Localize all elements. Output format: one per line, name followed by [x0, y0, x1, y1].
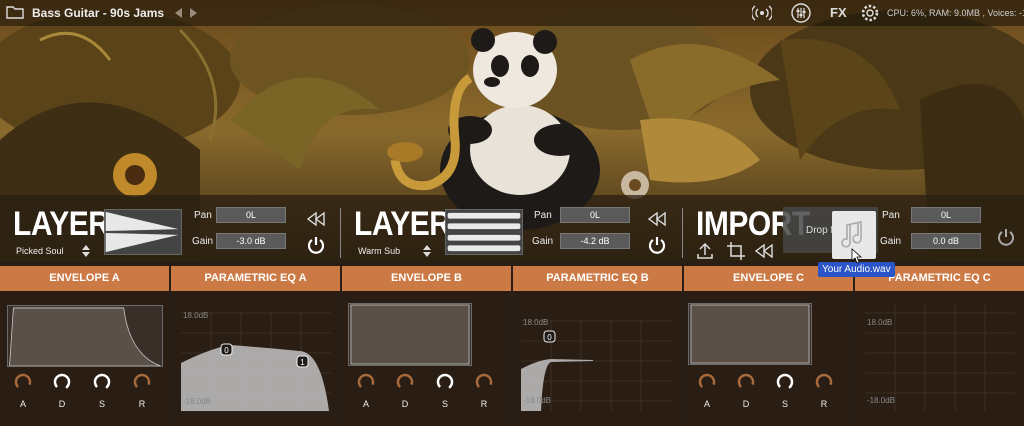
import-pan-value[interactable]: 0L [911, 207, 981, 223]
pan-label: Pan [534, 210, 552, 221]
mixer-icon[interactable] [791, 3, 811, 23]
power-icon[interactable] [647, 235, 667, 255]
layer-a-sample-name[interactable]: Picked Soul [16, 246, 64, 256]
knob-label: A [703, 399, 710, 409]
envelope-c-graph[interactable] [688, 303, 812, 365]
eq-a-graph[interactable]: 18.0dB -18.0dB 0 1 [171, 293, 340, 426]
envelope-b-panel: ENVELOPE B A D S R [342, 263, 511, 426]
knob-label: D [58, 399, 66, 409]
envelope-a-header[interactable]: ENVELOPE A [0, 266, 169, 291]
parametric-eq-b-panel: PARAMETRIC EQ B 18.0dB -18.0dB 0 [513, 263, 682, 426]
layer-b-waveform [445, 209, 523, 255]
envelope-a-panel: ENVELOPE A A D S R [0, 263, 169, 426]
layer-b-sample-name[interactable]: Warm Sub [358, 246, 400, 256]
sustain-knob[interactable] [776, 373, 794, 391]
layer-a-gain-value[interactable]: -3.0 dB [216, 233, 286, 249]
power-icon[interactable] [306, 235, 326, 255]
attack-knob[interactable] [14, 373, 32, 391]
layer-a-waveform [104, 209, 182, 255]
eq-c-graph[interactable]: 18.0dB -18.0dB [855, 293, 1024, 426]
layer-b-pan-value[interactable]: 0L [560, 207, 630, 223]
release-knob[interactable] [133, 373, 151, 391]
layer-a-pan-value[interactable]: 0L [216, 207, 286, 223]
parametric-eq-c-panel: PARAMETRIC EQ C 18.0dB -18.0dB [855, 263, 1024, 426]
knob-label: S [781, 399, 788, 409]
svg-text:0: 0 [224, 346, 229, 355]
eq-bottom-db-label: -18.0dB [867, 396, 895, 405]
pan-label: Pan [882, 210, 900, 221]
parametric-eq-b-header[interactable]: PARAMETRIC EQ B [513, 266, 682, 291]
attack-knob[interactable] [357, 373, 375, 391]
eq-node-0[interactable]: 0 [220, 343, 233, 356]
attack-knob[interactable] [698, 373, 716, 391]
top-bar: Bass Guitar - 90s Jams FX CPU: 6%, RAM: … [0, 0, 1024, 26]
eq-bottom-db-label: -18.0dB [523, 396, 551, 405]
knob-label: A [362, 399, 369, 409]
knob-label: A [19, 399, 26, 409]
sustain-knob[interactable] [436, 373, 454, 391]
eq-node-1[interactable]: 1 [296, 355, 309, 368]
knob-label: R [138, 399, 146, 409]
gain-label: Gain [192, 236, 214, 247]
sustain-knob[interactable] [93, 373, 111, 391]
crop-icon[interactable] [726, 241, 746, 261]
layer-b-strip: LAYER B Warm Sub Pan 0L Gain -4.2 dB [341, 205, 681, 263]
broadcast-icon[interactable] [752, 3, 772, 23]
eq-bottom-db-label: -18.0dB [183, 397, 211, 406]
knob-label: S [441, 399, 448, 409]
layer-b-gain-value[interactable]: -4.2 dB [560, 233, 630, 249]
upload-icon[interactable] [695, 241, 715, 261]
previous-preset-icon[interactable] [172, 6, 186, 20]
knob-label: R [820, 399, 828, 409]
status-readout: CPU: 6%, RAM: 9.0MB , Voices: -1275 [887, 8, 1024, 18]
release-knob[interactable] [475, 373, 493, 391]
import-gain-value[interactable]: 0.0 dB [911, 233, 981, 249]
mouse-cursor-icon [851, 248, 863, 264]
decay-knob[interactable] [53, 373, 71, 391]
next-preset-icon[interactable] [186, 6, 200, 20]
gear-icon[interactable] [860, 3, 880, 23]
knob-label: S [98, 399, 105, 409]
gain-label: Gain [880, 236, 902, 247]
layer-a-strip: LAYER A Picked Soul Pan 0L Gain -3.0 dB [0, 205, 340, 263]
eq-top-db-label: 18.0dB [867, 318, 892, 327]
parametric-eq-a-panel: PARAMETRIC EQ A 18.0dB -18.0dB 0 1 [171, 263, 340, 426]
eq-b-graph[interactable]: 18.0dB -18.0dB 0 [513, 293, 682, 426]
fx-button[interactable]: FX [830, 5, 847, 20]
eq-node-0[interactable]: 0 [543, 330, 556, 343]
folder-icon[interactable] [6, 5, 24, 19]
power-icon[interactable] [996, 227, 1016, 247]
knob-label: D [401, 399, 409, 409]
gain-label: Gain [532, 236, 554, 247]
knob-label: R [480, 399, 488, 409]
eq-top-db-label: 18.0dB [183, 311, 208, 320]
decay-knob[interactable] [396, 373, 414, 391]
release-knob[interactable] [815, 373, 833, 391]
updown-arrows-icon[interactable] [423, 245, 431, 257]
rewind-icon[interactable] [647, 209, 667, 229]
knob-label: D [742, 399, 750, 409]
svg-text:0: 0 [547, 333, 552, 342]
decay-knob[interactable] [737, 373, 755, 391]
preset-name[interactable]: Bass Guitar - 90s Jams [32, 6, 164, 20]
rewind-icon[interactable] [306, 209, 326, 229]
envelope-b-graph[interactable] [348, 303, 472, 366]
envelope-a-graph[interactable] [7, 305, 163, 367]
pan-label: Pan [194, 210, 212, 221]
envelope-b-header[interactable]: ENVELOPE B [342, 266, 511, 291]
envelope-c-panel: ENVELOPE C A D S R [684, 263, 853, 426]
eq-top-db-label: 18.0dB [523, 318, 548, 327]
drag-filename-tooltip: Your Audio.wav [818, 262, 895, 277]
svg-text:1: 1 [300, 358, 305, 367]
parametric-eq-a-header[interactable]: PARAMETRIC EQ A [171, 266, 340, 291]
updown-arrows-icon[interactable] [82, 245, 90, 257]
rewind-icon[interactable] [754, 241, 774, 261]
